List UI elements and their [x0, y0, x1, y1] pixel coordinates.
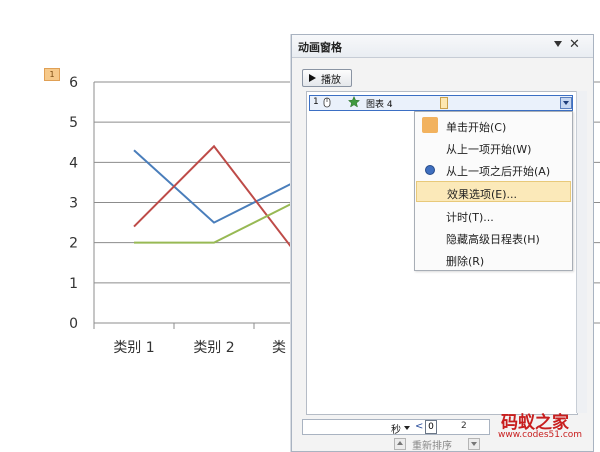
- y-tick-label: 6: [69, 75, 78, 91]
- item-dropdown-button[interactable]: [560, 97, 572, 109]
- context-menu-item[interactable]: 隐藏高级日程表(H): [416, 227, 571, 248]
- context-menu-item-label: 隐藏高级日程表(H): [446, 233, 540, 246]
- pane-title: 动画窗格: [298, 41, 342, 54]
- list-scrollbar[interactable]: [576, 91, 587, 413]
- watermark-url: www.codes51.com: [498, 430, 583, 440]
- series-line-1[interactable]: [133, 149, 295, 224]
- y-tick-label: 1: [69, 276, 78, 292]
- star-effect-icon: [348, 96, 360, 108]
- context-menu-item-label: 从上一项开始(W): [446, 143, 532, 156]
- context-menu-item[interactable]: 删除(R): [416, 249, 571, 270]
- close-icon[interactable]: ✕: [569, 37, 580, 52]
- mouse-click-icon: [323, 97, 331, 108]
- y-tick-label: 0: [69, 316, 78, 332]
- clock-icon: [425, 165, 435, 175]
- timeline-prev-button[interactable]: <: [415, 421, 423, 432]
- chevron-down-icon[interactable]: [554, 41, 562, 47]
- y-tick-label: 4: [69, 155, 78, 171]
- move-up-button[interactable]: [394, 438, 406, 450]
- y-tick-label: 5: [69, 115, 78, 131]
- timeline-zero-marker: 0: [425, 420, 437, 434]
- context-menu-item[interactable]: 单击开始(C): [416, 115, 571, 136]
- timing-bar[interactable]: [440, 97, 448, 109]
- context-menu-item[interactable]: 效果选项(E)...: [416, 181, 571, 202]
- timeline-unit-select[interactable]: 秒: [391, 421, 401, 436]
- context-menu-item-label: 单击开始(C): [446, 121, 507, 134]
- reorder-controls: 重新排序: [394, 437, 494, 452]
- context-menu-item-label: 效果选项(E)...: [447, 188, 518, 201]
- x-tick-labels: 类别 1 类别 2 类: [113, 340, 286, 356]
- animation-item-name: 图表 4: [366, 100, 393, 110]
- context-menu-item-label: 从上一项之后开始(A): [446, 165, 551, 178]
- context-menu-item[interactable]: 从上一项开始(W): [416, 137, 571, 158]
- play-button[interactable]: 播放: [302, 69, 352, 87]
- animation-list-item[interactable]: 1 图表 4: [309, 95, 573, 111]
- context-menu: 单击开始(C) 从上一项开始(W) 从上一项之后开始(A) 效果选项(E)... 计时(…: [414, 111, 573, 271]
- x-tick-label: 类别 2: [193, 340, 234, 356]
- y-tick-label: 2: [69, 236, 78, 252]
- mouse-click-icon: [422, 117, 438, 133]
- move-down-button[interactable]: [468, 438, 480, 450]
- x-tick-label: 类: [272, 340, 286, 356]
- timeline-two-marker: 2: [461, 421, 467, 431]
- animation-item-number: 1: [313, 97, 319, 107]
- y-tick-labels: 0 1 2 3 4 5 6: [69, 75, 78, 332]
- play-button-label: 播放: [321, 75, 341, 86]
- context-menu-item-label: 删除(R): [446, 255, 485, 268]
- chevron-down-icon[interactable]: [404, 426, 410, 430]
- x-tick-label: 类别 1: [113, 340, 154, 356]
- timeline-bar: 秒 < 0 2: [302, 419, 490, 436]
- y-tick-label: 3: [69, 196, 78, 212]
- context-menu-item-label: 计时(T)...: [446, 211, 494, 224]
- pane-header: 动画窗格 ✕: [292, 35, 593, 58]
- context-menu-item[interactable]: 计时(T)...: [416, 205, 571, 226]
- play-icon: [309, 74, 316, 82]
- context-menu-item[interactable]: 从上一项之后开始(A): [416, 159, 571, 180]
